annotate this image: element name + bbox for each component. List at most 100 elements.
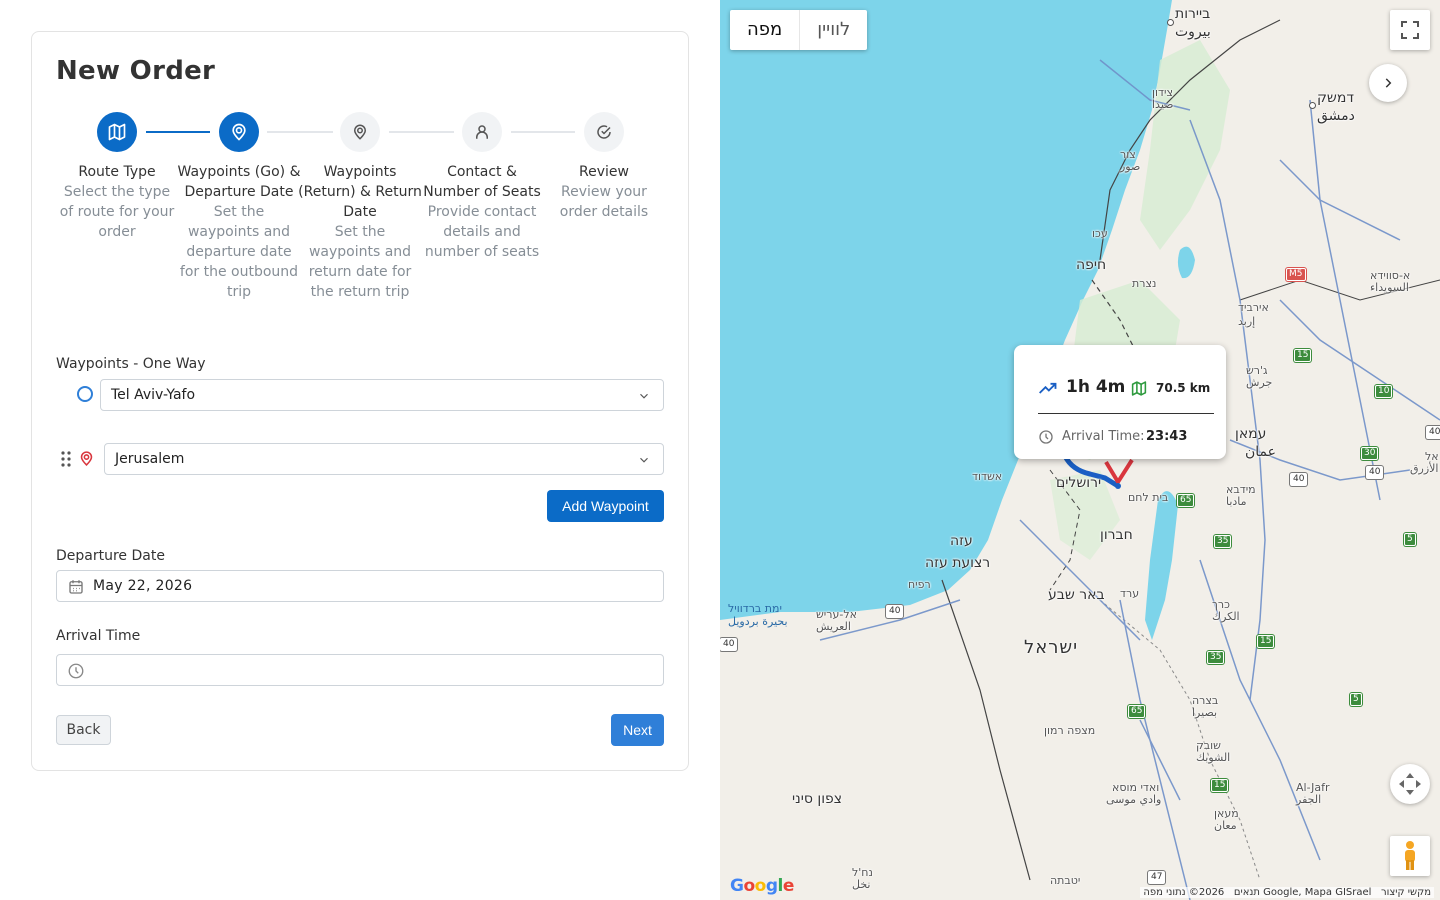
place-damascus-ar: دمشق [1317,108,1355,124]
place-nazareth: נצרת [1132,277,1157,290]
place-israel: ישראל [1024,637,1079,658]
map-terms-link[interactable]: תנאים [1234,887,1260,898]
arrival-time-label: Arrival Time [56,628,141,644]
place-ashdod: אשדוד [972,470,1003,483]
trending-up-icon [1039,382,1057,394]
map-pin-icon [353,124,367,140]
place-beersheba: באר שבע [1048,587,1105,603]
step-name: Route Type [78,164,156,180]
route-map[interactable]: מפה לוויין ביירות بيروت דמשק دمشق צידון … [720,0,1440,900]
step-circle [97,112,137,152]
road-shield: 15 [1294,349,1312,362]
popup-divider [1038,413,1214,414]
place-haifa: חיפה [1076,257,1107,273]
destination-value: Jerusalem [115,451,185,467]
place-tyre-ar: صور [1120,160,1141,173]
road-shield: 5 [1350,693,1362,706]
road-shield: 40 [1366,466,1384,479]
road-shield: 40 [720,638,738,651]
map-icon [1131,381,1147,396]
next-button[interactable]: Next [611,714,664,746]
order-card: New Order Route Type Select the type of … [31,31,689,771]
order-form-panel: New Order Route Type Select the type of … [0,0,720,900]
step-circle [584,112,624,152]
step-review[interactable]: Review Review your order details [542,112,666,222]
place-gaza-strip: רצועת עזה [925,555,991,571]
road-shield: 5 [1404,533,1416,546]
place-azraq-ar: الأزرق [1410,462,1439,475]
place-suwayda-ar: السويداء [1370,281,1409,294]
fullscreen-icon [1401,21,1419,39]
fullscreen-button[interactable] [1390,10,1430,50]
road-shield: 15 [1257,635,1275,648]
chevron-right-icon [1385,78,1392,88]
place-hebron: חברון [1100,527,1133,543]
keyboard-shortcuts-link[interactable]: מקשי קיצור [1381,887,1431,898]
place-beirut-ar: بيروت [1175,24,1211,40]
step-description: Review your order details [559,184,649,220]
road-shield: 40 [1426,426,1440,439]
road-shield: 35 [1207,651,1225,664]
place-mitzpe-ramon: מצפה רמון [1044,724,1096,737]
map-type-toggle: מפה לוויין [730,10,868,50]
place-al-jafr-ar: الجفر [1296,793,1322,806]
road-shield: 10 [1375,385,1393,398]
place-amman-ar: عمان [1245,444,1276,460]
user-icon [476,125,488,139]
road-shield: 47 [1148,871,1166,884]
step-circle [462,112,502,152]
move-arrows-icon [1399,773,1421,795]
road-shield: 15 [1211,779,1229,792]
place-amman-he: עמאן [1235,426,1267,442]
back-button[interactable]: Back [56,715,111,745]
arrival-time-input[interactable] [56,654,664,686]
circle-check-icon [597,125,611,139]
expand-panel-button[interactable] [1369,64,1407,102]
map-pin-icon [232,123,246,141]
stepper: Route Type Select the type of route for … [32,112,690,342]
place-sidon-ar: صيدا [1152,98,1174,111]
origin-select[interactable]: Tel Aviv-Yafo [100,379,664,411]
map-type-satellite[interactable]: לוויין [799,10,867,50]
departure-date-value: May 22, 2026 [93,578,193,594]
origin-value: Tel Aviv-Yafo [111,387,196,403]
place-rafah: רפיח [908,578,931,591]
road-shield: M5 [1286,268,1306,281]
clock-icon [68,663,84,679]
road-shield: 35 [1214,535,1232,548]
street-view-pegman[interactable] [1390,836,1430,876]
place-bardawil-he: ימת ברדוויל [728,602,782,615]
place-irbid-he: אירביד [1238,301,1269,314]
destination-select[interactable]: Jerusalem [104,443,664,475]
step-circle [340,112,380,152]
step-name: Review [579,164,629,180]
destination-pin-icon [80,451,93,466]
city-marker [1309,102,1316,109]
map-attribution: תנאים 2026© נתוני מפה Google, Mapa GISra… [1140,887,1434,898]
road-shield: 65 [1177,494,1195,507]
place-madaba-ar: مادبا [1226,495,1247,508]
step-waypoints-return[interactable]: Waypoints (Return) & Return Date Set the… [298,112,422,302]
departure-date-input[interactable]: May 22, 2026 [56,570,664,602]
place-azraq-he: אל [1425,450,1439,463]
place-karak-ar: الكرك [1212,610,1240,623]
camera-control-button[interactable] [1390,764,1430,804]
step-route-type[interactable]: Route Type Select the type of route for … [55,112,179,242]
map-type-map[interactable]: מפה [730,10,799,50]
place-bardawil-ar: بحيرة بردويل [728,615,788,628]
departure-date-label: Departure Date [56,548,165,564]
arrival-time-label: Arrival Time: [1062,429,1145,444]
add-waypoint-button[interactable]: Add Waypoint [547,490,664,522]
step-contact-seats[interactable]: Contact & Number of Seats Provide contac… [420,112,544,262]
place-yotvata: יטבתה [1050,874,1081,887]
step-description: Set the waypoints and departure date for… [179,204,299,300]
step-waypoints-go[interactable]: Waypoints (Go) & Departure Date Set the … [177,112,301,302]
drag-handle-icon[interactable] [60,450,72,468]
step-name: Waypoints (Return) & Return Date [298,164,422,220]
arrival-time-value: 23:43 [1146,429,1188,444]
clock-icon [1039,430,1053,444]
step-description: Select the type of route for your order [59,184,175,240]
place-nakhl-ar: نخل [852,878,871,891]
route-duration: 1h 4m [1066,377,1126,397]
place-bethlehem: בית לחם [1128,491,1169,504]
